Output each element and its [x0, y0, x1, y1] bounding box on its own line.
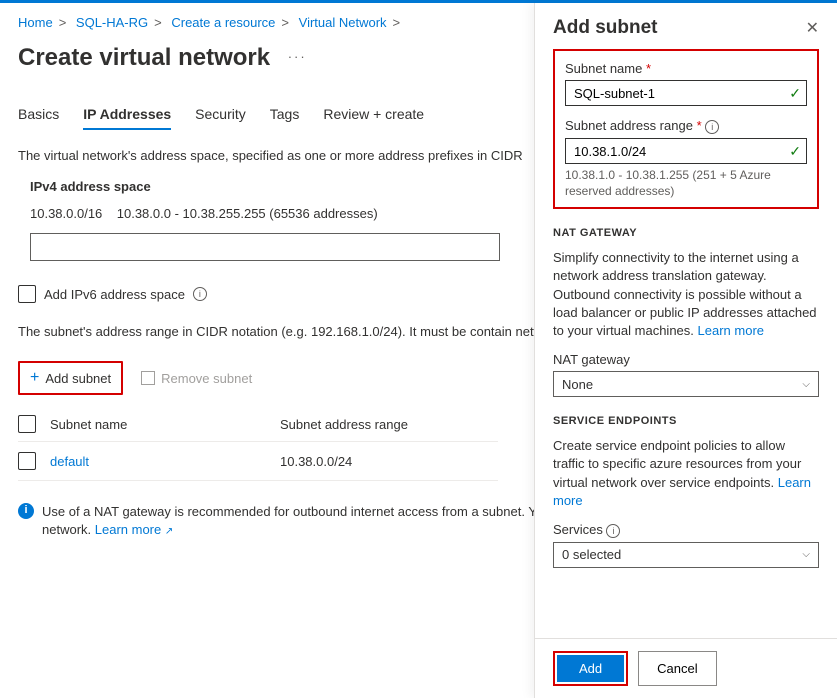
add-button[interactable]: Add — [557, 655, 624, 682]
breadcrumb-rg[interactable]: SQL-HA-RG — [76, 15, 148, 30]
tab-basics[interactable]: Basics — [18, 100, 59, 130]
remove-subnet-button: Remove subnet — [141, 371, 252, 386]
breadcrumb-home[interactable]: Home — [18, 15, 53, 30]
info-blue-icon: i — [18, 503, 34, 519]
ipv6-checkbox[interactable] — [18, 285, 36, 303]
info-icon[interactable]: i — [193, 287, 207, 301]
subnet-row-range: 10.38.0.0/24 — [280, 454, 352, 469]
breadcrumb-create[interactable]: Create a resource — [171, 15, 275, 30]
chevron-down-icon: ⌵ — [802, 549, 810, 560]
nat-learn-more-link[interactable]: Learn more — [698, 323, 764, 338]
service-endpoints-heading: SERVICE ENDPOINTS — [553, 415, 819, 427]
table-row[interactable]: default 10.38.0.0/24 — [18, 442, 498, 481]
service-endpoints-text: Create service endpoint policies to allo… — [553, 437, 819, 510]
close-icon[interactable]: ✕ — [806, 18, 819, 38]
nat-gateway-label: NAT gateway — [553, 352, 819, 367]
subnet-table: Subnet name Subnet address range default… — [18, 407, 498, 481]
nat-gateway-select[interactable]: None ⌵ — [553, 371, 819, 397]
col-subnet-range: Subnet address range — [280, 417, 408, 432]
subnet-name-label: Subnet name * — [565, 61, 807, 76]
tab-security[interactable]: Security — [195, 100, 246, 130]
learn-more-link[interactable]: Learn more ↗ — [95, 522, 174, 537]
more-menu[interactable]: ··· — [288, 49, 307, 64]
chevron-down-icon: ⌵ — [802, 379, 810, 390]
subnet-form-highlight: Subnet name * ✓ Subnet address range * i… — [553, 49, 819, 209]
add-subnet-panel: Add subnet ✕ Subnet name * ✓ Subnet addr… — [534, 3, 837, 698]
panel-title: Add subnet — [553, 17, 658, 39]
services-label: Services i — [553, 522, 819, 538]
nat-gateway-heading: NAT GATEWAY — [553, 227, 819, 239]
check-icon: ✓ — [789, 143, 801, 160]
tab-ip-addresses[interactable]: IP Addresses — [83, 100, 171, 130]
nat-gateway-text: Simplify connectivity to the internet us… — [553, 249, 819, 340]
cancel-button[interactable]: Cancel — [638, 651, 716, 686]
ipv4-new-input[interactable] — [30, 233, 500, 261]
page-title: Create virtual network — [18, 44, 270, 72]
trash-icon — [141, 371, 155, 385]
col-subnet-name: Subnet name — [50, 417, 280, 432]
tab-tags[interactable]: Tags — [270, 100, 300, 130]
check-icon: ✓ — [789, 85, 801, 102]
breadcrumb-vnet[interactable]: Virtual Network — [299, 15, 387, 30]
add-subnet-button[interactable]: + Add subnet — [18, 361, 123, 395]
tab-review[interactable]: Review + create — [323, 100, 424, 130]
plus-icon: + — [30, 369, 39, 387]
info-icon[interactable]: i — [606, 524, 620, 538]
subnet-range-hint: 10.38.1.0 - 10.38.1.255 (251 + 5 Azure r… — [565, 168, 807, 199]
subnet-row-name[interactable]: default — [50, 454, 280, 469]
subnet-name-input[interactable] — [565, 80, 807, 106]
subnet-range-input[interactable] — [565, 138, 807, 164]
select-all-checkbox[interactable] — [18, 415, 36, 433]
subnet-range-label: Subnet address range * i — [565, 118, 807, 134]
ipv6-checkbox-label: Add IPv6 address space — [44, 287, 185, 302]
row-checkbox[interactable] — [18, 452, 36, 470]
services-select[interactable]: 0 selected ⌵ — [553, 542, 819, 568]
info-icon[interactable]: i — [705, 120, 719, 134]
